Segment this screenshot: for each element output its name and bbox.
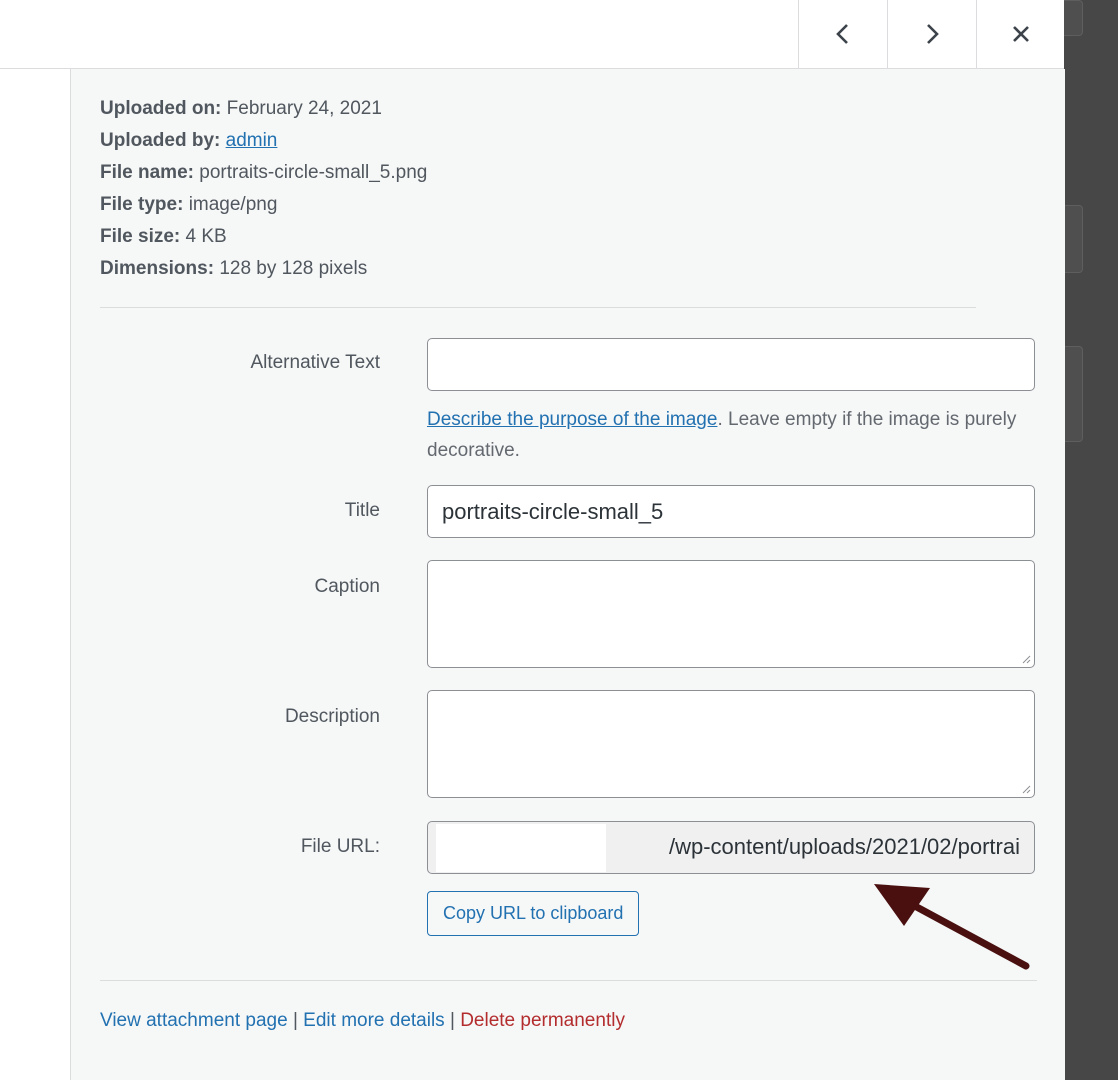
- describe-purpose-link[interactable]: Describe the purpose of the image: [427, 409, 717, 430]
- dimensions: Dimensions: 128 by 128 pixels: [100, 258, 368, 279]
- annotation-arrow-icon: [874, 884, 1030, 970]
- resize-grip-icon[interactable]: [1021, 654, 1031, 664]
- backdrop-overlay: [1064, 0, 1118, 1080]
- title-label: Title: [344, 500, 380, 521]
- alt-text-help: Describe the purpose of the image. Leave…: [427, 409, 1017, 461]
- file-url-label: File URL:: [300, 836, 380, 857]
- uploader-link[interactable]: admin: [226, 130, 278, 151]
- edit-details-link[interactable]: Edit more details: [303, 1010, 445, 1031]
- redacted-region: [436, 824, 606, 872]
- uploaded-by: Uploaded by: admin: [100, 130, 278, 151]
- delete-permanently-link[interactable]: Delete permanently: [460, 1010, 625, 1031]
- uploaded-on: Uploaded on: February 24, 2021: [100, 98, 382, 119]
- close-icon: [1013, 26, 1029, 42]
- file-type: File type: image/png: [100, 194, 278, 215]
- file-metadata: Uploaded on: February 24, 2021 Uploaded …: [100, 93, 427, 285]
- divider: [100, 307, 976, 308]
- description-label: Description: [284, 706, 380, 727]
- title-input[interactable]: [427, 485, 1035, 538]
- alt-text-input[interactable]: [427, 338, 1035, 391]
- backdrop-element: [1064, 0, 1083, 36]
- description-textarea[interactable]: [427, 690, 1035, 798]
- previous-button[interactable]: [798, 0, 887, 68]
- divider: [100, 980, 1037, 981]
- close-button[interactable]: [976, 0, 1065, 68]
- caption-label: Caption: [314, 576, 381, 597]
- file-size: File size: 4 KB: [100, 226, 227, 247]
- resize-grip-icon[interactable]: [1021, 784, 1031, 794]
- backdrop-element: [1064, 205, 1083, 273]
- caption-textarea[interactable]: [427, 560, 1035, 668]
- next-button[interactable]: [887, 0, 976, 68]
- attachment-actions: View attachment page | Edit more details…: [100, 1010, 625, 1031]
- modal-header: [0, 0, 1064, 69]
- backdrop-element: [1064, 346, 1083, 442]
- file-name: File name: portraits-circle-small_5.png: [100, 162, 428, 183]
- copy-url-button[interactable]: Copy URL to clipboard: [427, 891, 640, 936]
- view-attachment-link[interactable]: View attachment page: [100, 1010, 288, 1031]
- chevron-right-icon: [927, 24, 939, 44]
- alt-text-label: Alternative Text: [250, 352, 380, 373]
- file-url-input[interactable]: /wp-content/uploads/2021/02/portrai: [427, 821, 1035, 874]
- chevron-left-icon: [836, 24, 848, 44]
- file-url-value: /wp-content/uploads/2021/02/portrai: [668, 834, 1020, 859]
